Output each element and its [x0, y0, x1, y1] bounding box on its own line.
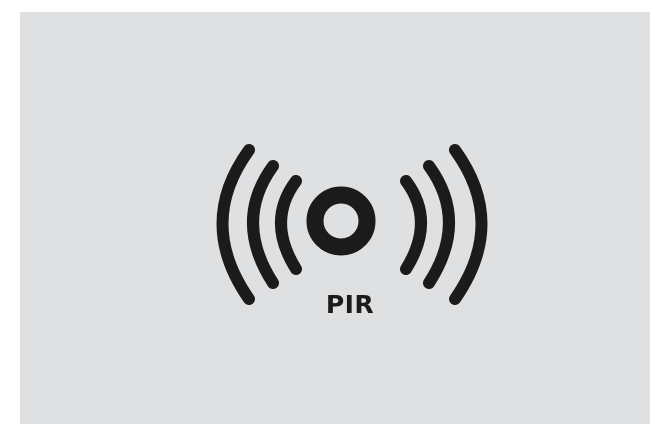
right-wave-outer-icon	[449, 144, 488, 305]
left-wave-inner-icon	[275, 175, 302, 275]
left-wave-middle-icon	[247, 160, 279, 289]
right-wave-inner-icon	[400, 175, 427, 275]
pir-sensor-icon	[216, 144, 488, 305]
sensor-center-ring-icon	[306, 186, 376, 256]
left-wave-outer-icon	[216, 144, 255, 305]
pir-label: PIR	[325, 290, 375, 319]
right-wave-middle-icon	[423, 160, 455, 289]
